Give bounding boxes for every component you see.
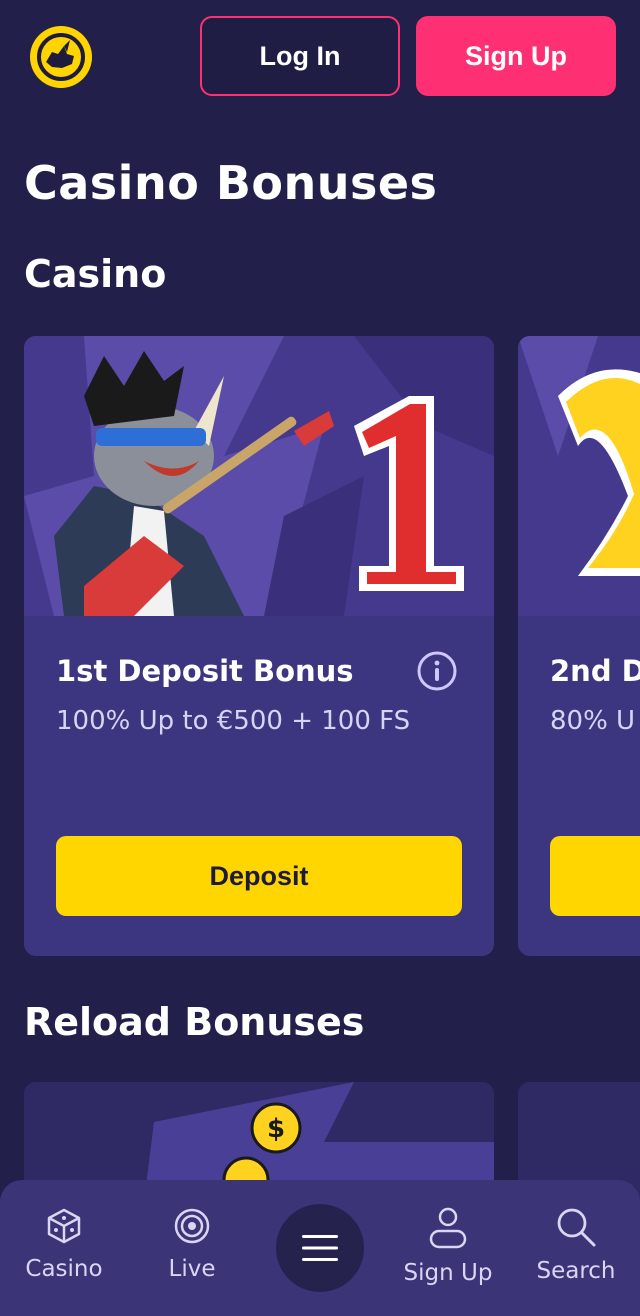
dice-icon	[47, 1208, 81, 1244]
bonus-card: 2nd D 80% U	[518, 336, 640, 956]
search-icon	[557, 1208, 596, 1247]
hamburger-menu-icon	[302, 1235, 338, 1261]
bottom-nav: Casino Live Sign Up Search	[0, 1180, 640, 1316]
rhino-logo-icon[interactable]	[30, 26, 92, 88]
login-button[interactable]: Log In	[200, 16, 400, 96]
nav-signup[interactable]: Sign Up	[384, 1180, 512, 1316]
menu-button[interactable]	[276, 1204, 364, 1292]
nav-label: Live	[168, 1256, 216, 1282]
nav-live[interactable]: Live	[128, 1180, 256, 1316]
card-title: 1st Deposit Bonus	[56, 654, 354, 688]
info-icon[interactable]	[416, 650, 458, 692]
deposit-button[interactable]	[550, 836, 640, 916]
card-subtitle: 100% Up to €500 + 100 FS	[56, 706, 411, 736]
deposit-button[interactable]: Deposit	[56, 836, 462, 916]
nav-label: Sign Up	[403, 1260, 493, 1286]
page: Log In Sign Up Casino Bonuses Casino 1st…	[0, 0, 640, 1316]
nav-label: Search	[536, 1258, 616, 1284]
rhino-guitar-illustration	[24, 336, 494, 616]
number-2-illustration	[518, 336, 640, 616]
signup-button[interactable]: Sign Up	[416, 16, 616, 96]
page-title: Casino Bonuses	[24, 156, 438, 210]
nav-search[interactable]: Search	[512, 1180, 640, 1316]
header: Log In Sign Up	[0, 0, 640, 112]
section-title-casino: Casino	[24, 252, 167, 296]
live-icon	[174, 1208, 210, 1244]
nav-label: Casino	[25, 1256, 103, 1282]
nav-casino[interactable]: Casino	[0, 1180, 128, 1316]
card-subtitle: 80% U	[550, 706, 636, 736]
user-icon	[429, 1207, 467, 1249]
card-title: 2nd D	[550, 654, 640, 688]
svg-text:$: $	[267, 1114, 285, 1144]
bonus-card: 1st Deposit Bonus 100% Up to €500 + 100 …	[24, 336, 494, 956]
section-title-reload: Reload Bonuses	[24, 1000, 365, 1044]
